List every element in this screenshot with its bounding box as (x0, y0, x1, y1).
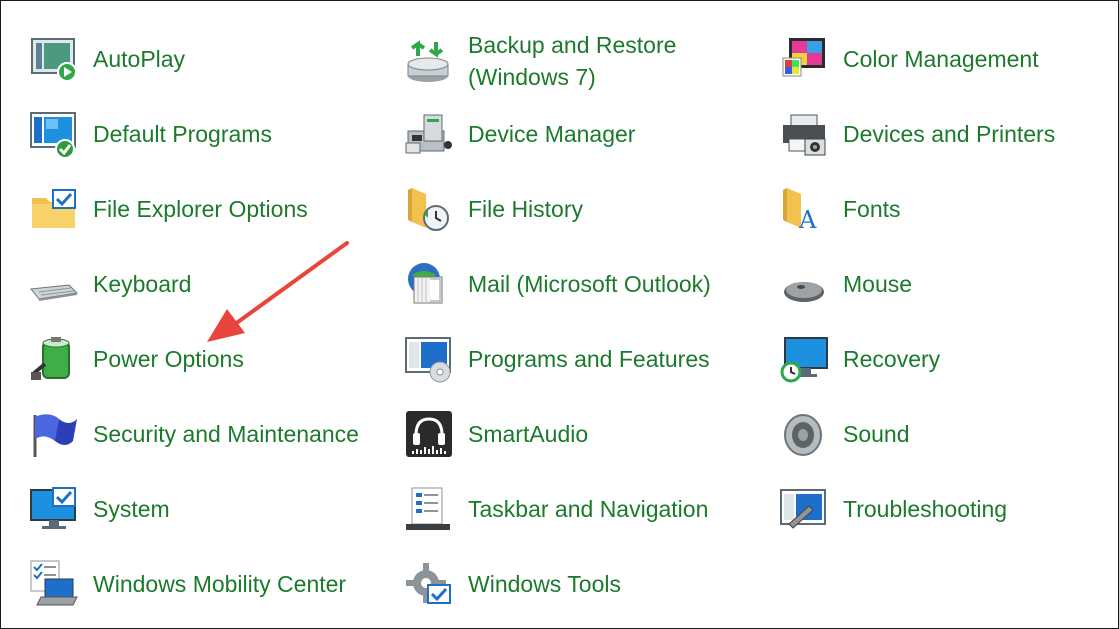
applet-label: Security and Maintenance (93, 421, 359, 447)
applet-mail[interactable]: Mail (Microsoft Outlook) (404, 254, 744, 314)
sound-icon (779, 409, 829, 459)
applet-label: Mail (Microsoft Outlook) (468, 271, 711, 297)
autoplay-icon (29, 34, 79, 84)
windows-tools-icon (404, 559, 454, 609)
applet-label: Backup and Restore (Windows 7) (468, 32, 677, 90)
applet-label: Device Manager (468, 121, 636, 147)
applet-label: Recovery (843, 346, 941, 372)
applet-devices-printers[interactable]: Devices and Printers (779, 104, 1109, 164)
applet-label: Sound (843, 421, 910, 447)
applet-security-maintenance[interactable]: Security and Maintenance (29, 404, 374, 464)
applet-label: Troubleshooting (843, 496, 1008, 522)
applet-label: AutoPlay (93, 46, 186, 72)
security-maintenance-icon (29, 409, 79, 459)
applet-fonts[interactable]: A Fonts (779, 179, 1109, 239)
applet-label: File Explorer Options (93, 196, 308, 222)
smartaudio-icon (404, 409, 454, 459)
applet-default-programs[interactable]: Default Programs (29, 104, 369, 164)
keyboard-icon (29, 259, 79, 309)
applet-device-manager[interactable]: Device Manager (404, 104, 744, 164)
applet-label: Color Management (843, 46, 1039, 72)
applet-programs-features[interactable]: Programs and Features (404, 329, 744, 389)
applet-troubleshooting[interactable]: Troubleshooting (779, 479, 1109, 539)
programs-features-icon (404, 334, 454, 384)
svg-text:A: A (798, 206, 817, 234)
applet-label: Windows Tools (468, 571, 621, 597)
color-management-icon (779, 34, 829, 84)
default-programs-icon (29, 109, 79, 159)
applet-label: Taskbar and Navigation (468, 496, 709, 522)
applet-windows-tools[interactable]: Windows Tools (404, 554, 744, 614)
mouse-icon (779, 259, 829, 309)
applet-file-explorer-options[interactable]: File Explorer Options (29, 179, 369, 239)
applet-power-options[interactable]: Power Options (29, 329, 369, 389)
applet-label: System (93, 496, 170, 522)
applet-mouse[interactable]: Mouse (779, 254, 1109, 314)
backup-restore-icon (404, 36, 454, 86)
applet-label: Mouse (843, 271, 913, 297)
applet-label: Default Programs (93, 121, 272, 147)
mail-icon (404, 259, 454, 309)
fonts-icon: A (779, 184, 829, 234)
device-manager-icon (404, 109, 454, 159)
file-explorer-options-icon (29, 184, 79, 234)
troubleshooting-icon (779, 484, 829, 534)
control-panel-all-items: AutoPlay Backup and Restore (Windows 7) … (0, 0, 1119, 629)
applet-system[interactable]: System (29, 479, 369, 539)
applet-mobility-center[interactable]: Windows Mobility Center (29, 554, 374, 614)
applet-taskbar-navigation[interactable]: Taskbar and Navigation (404, 479, 744, 539)
applet-label: File History (468, 196, 584, 222)
applet-keyboard[interactable]: Keyboard (29, 254, 369, 314)
applet-backup-restore[interactable]: Backup and Restore (Windows 7) (404, 29, 744, 93)
applet-sound[interactable]: Sound (779, 404, 1109, 464)
taskbar-navigation-icon (404, 484, 454, 534)
applet-label: SmartAudio (468, 421, 589, 447)
applet-label: Keyboard (93, 271, 192, 297)
applet-label: Fonts (843, 196, 901, 222)
recovery-icon (779, 334, 829, 384)
applet-label: Devices and Printers (843, 121, 1056, 147)
applet-recovery[interactable]: Recovery (779, 329, 1109, 389)
file-history-icon (404, 184, 454, 234)
mobility-center-icon (29, 559, 79, 609)
applet-smartaudio[interactable]: SmartAudio (404, 404, 744, 464)
system-icon (29, 484, 79, 534)
applet-label: Power Options (93, 346, 244, 372)
applet-label: Windows Mobility Center (93, 571, 347, 597)
applet-autoplay[interactable]: AutoPlay (29, 29, 369, 89)
power-options-icon (29, 334, 79, 384)
applet-color-management[interactable]: Color Management (779, 29, 1109, 89)
devices-printers-icon (779, 109, 829, 159)
applet-label: Programs and Features (468, 346, 710, 372)
applet-file-history[interactable]: File History (404, 179, 744, 239)
